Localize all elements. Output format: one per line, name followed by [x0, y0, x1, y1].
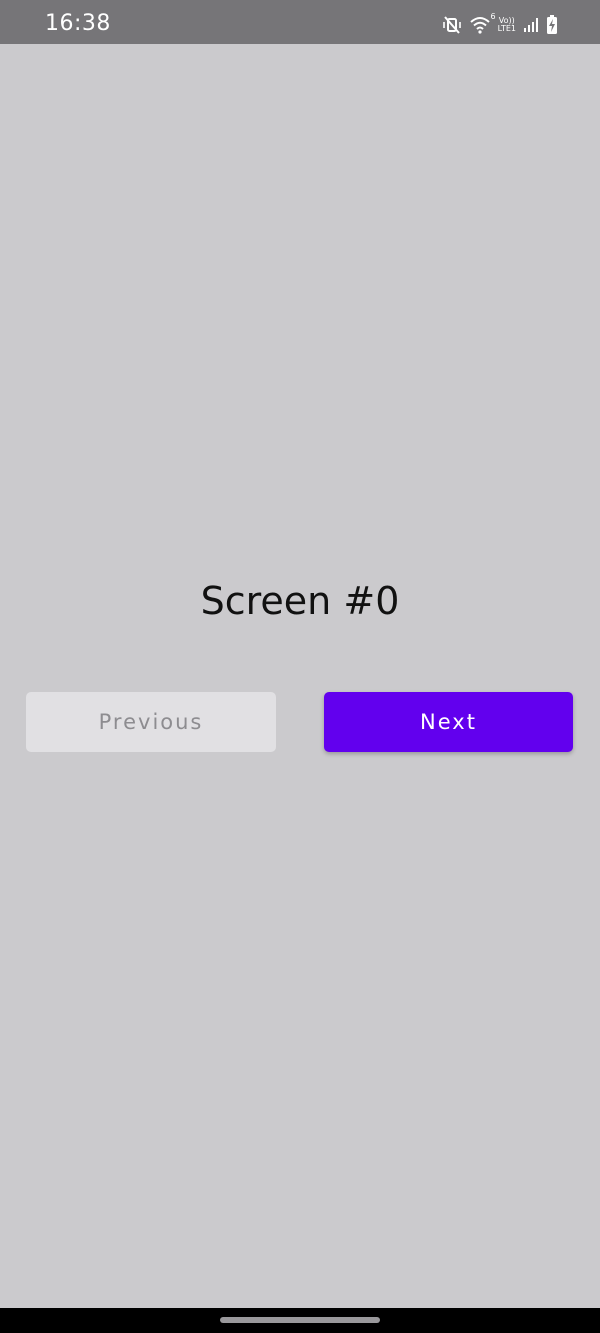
- status-icons: 6 Vo)) LTE1: [442, 12, 558, 36]
- wifi-icon: 6: [469, 12, 496, 34]
- next-button[interactable]: Next: [324, 692, 573, 752]
- status-time: 16:38: [45, 11, 111, 36]
- status-bar: 16:38 6 Vo)) LTE1: [0, 0, 600, 44]
- main-content: Screen #0 Previous Next: [0, 44, 600, 1308]
- previous-button[interactable]: Previous: [26, 692, 276, 752]
- navigation-bar: [0, 1308, 600, 1333]
- wifi-badge: 6: [490, 12, 496, 21]
- lte-label: LTE1: [497, 24, 516, 33]
- battery-charging-icon: [546, 15, 558, 35]
- gesture-handle[interactable]: [220, 1317, 380, 1323]
- signal-icon: [523, 17, 539, 33]
- mute-vibrate-icon: [442, 15, 462, 35]
- volte-lte-icon: Vo)) LTE1: [498, 17, 516, 33]
- screen-title: Screen #0: [200, 579, 400, 623]
